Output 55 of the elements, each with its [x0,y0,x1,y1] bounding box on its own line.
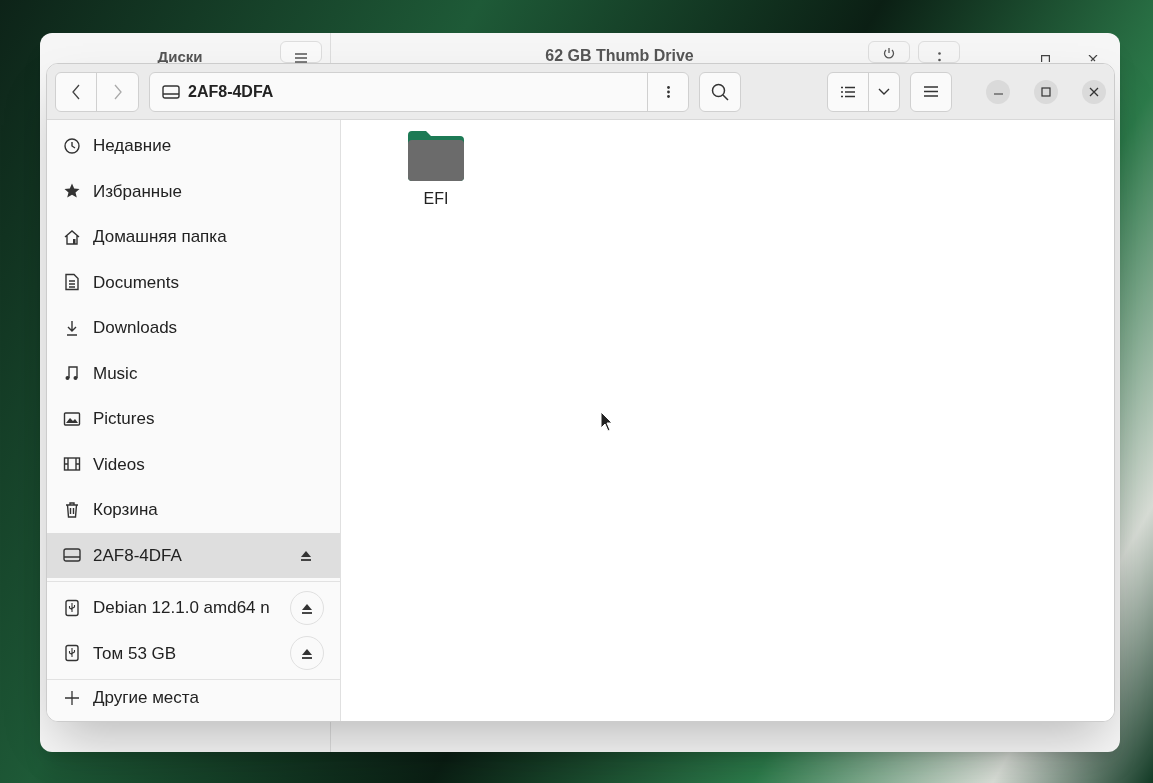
sidebar-item[interactable]: Домашняя папка [47,214,340,260]
sidebar-item[interactable]: 2AF8-4DFA [47,532,340,578]
sidebar-item[interactable]: Избранные [47,168,340,214]
maximize-icon[interactable] [1041,55,1050,62]
minimize-icon [993,93,1003,95]
sidebar-item[interactable]: Корзина [47,487,340,533]
sidebar-item[interactable]: Videos [47,441,340,487]
drive-icon [63,546,81,565]
eject-icon[interactable] [300,549,312,562]
usb-drive-icon [63,598,81,617]
mouse-cursor-icon [600,411,613,433]
more-icon [666,85,670,98]
menu-icon [924,86,938,97]
sidebar-item[interactable]: Недавние [47,123,340,169]
minimize-button[interactable] [986,79,1010,104]
list-icon [841,85,855,98]
menu-button[interactable] [910,71,952,112]
more-icon [937,52,941,62]
sidebar-item[interactable]: Music [47,350,340,396]
plus-icon [63,689,81,707]
film-icon [63,455,81,474]
close-icon [1089,86,1099,97]
forward-icon [113,83,122,100]
folder-name[interactable]: EFI [423,187,449,211]
search-button[interactable] [699,71,741,112]
power-icon [883,48,895,60]
path-label: 2AF8-4DFA [188,81,275,102]
sidebar-item[interactable]: Debian 12.1.0 amd64 n [47,585,340,631]
music-note-icon [63,364,81,383]
folder-icon[interactable] [408,131,464,181]
close-icon[interactable] [1088,55,1098,62]
home-icon [63,227,81,246]
path-bar[interactable]: 2AF8-4DFA [149,71,689,112]
eject-icon [301,647,313,660]
search-icon [711,82,729,101]
trash-icon [63,500,81,519]
drive-title: 62 GB Thumb Drive [545,46,694,66]
document-icon [63,273,81,292]
usb-drive-icon [63,644,81,663]
back-icon [72,83,80,100]
sidebar-item[interactable]: Downloads [47,305,340,351]
maximize-button[interactable] [1034,79,1058,104]
menu-icon [295,53,307,63]
sidebar-item[interactable]: Documents [47,259,340,305]
clock-icon [63,136,81,155]
drive-icon [162,84,180,99]
picture-icon [63,409,81,428]
menu-button[interactable] [280,41,322,63]
window-title: Диски [157,50,203,64]
close-button[interactable] [1082,79,1106,104]
chevron-down-icon [878,88,890,95]
sidebar-item[interactable]: Другие места [47,683,340,713]
maximize-icon [1041,86,1051,97]
sidebar-item[interactable]: Pictures [47,396,340,442]
sidebar-item[interactable]: Том 53 GB [47,630,340,676]
